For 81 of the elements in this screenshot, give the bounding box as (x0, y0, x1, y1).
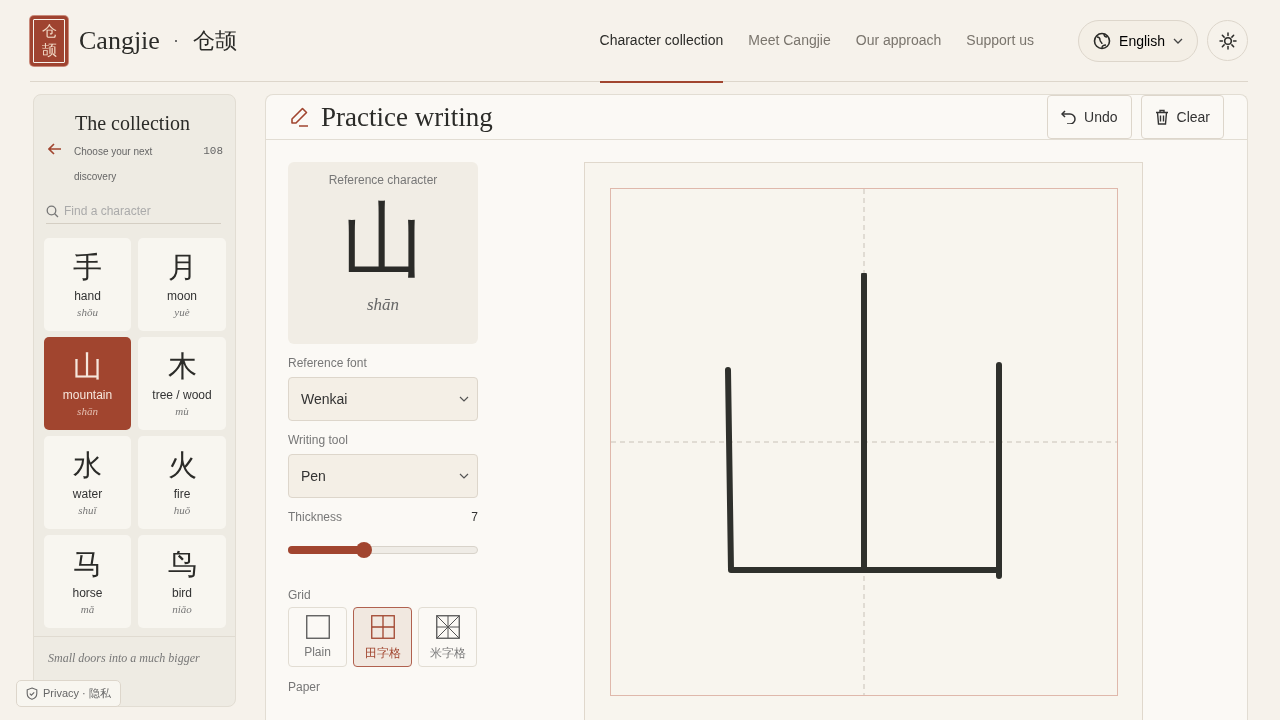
character-glyph: 水 (73, 448, 102, 482)
character-pinyin: yuè (174, 306, 190, 318)
character-card[interactable]: 月 moon yuè (138, 238, 226, 331)
thickness-value: 7 (471, 510, 478, 524)
undo-icon (1061, 110, 1077, 124)
character-glyph: 木 (167, 349, 197, 383)
chevron-down-icon (459, 473, 469, 479)
pencil-icon (288, 106, 310, 128)
character-pinyin: huǒ (173, 504, 191, 516)
character-meaning: horse (72, 586, 103, 600)
font-dropdown[interactable]: Wenkai (288, 377, 478, 421)
character-glyph: 月 (167, 250, 197, 284)
grid-option[interactable]: Plain (288, 607, 347, 667)
character-card[interactable]: 水 water shuǐ (44, 436, 131, 529)
sidebar-subtitle: Choose your next discovery (74, 145, 154, 184)
brand-name-chinese: 仓颉 (192, 26, 237, 55)
character-meaning: hand (74, 289, 101, 303)
slider-thumb[interactable] (356, 542, 373, 558)
character-meaning: tree / wood (152, 388, 212, 402)
chevron-down-icon (459, 396, 469, 402)
arrow-left-icon (48, 143, 62, 155)
search-icon (46, 204, 59, 218)
field-label: Paper (288, 680, 322, 694)
character-card[interactable]: 鸟 bird niǎo (138, 535, 226, 628)
character-meaning: bird (172, 586, 192, 600)
globe-icon (1093, 31, 1112, 50)
privacy-button[interactable]: Privacy · 隐私 (16, 680, 121, 707)
grid-option[interactable]: 田字格 (353, 607, 412, 667)
character-card[interactable]: 火 fire huǒ (138, 436, 226, 529)
tool-dropdown[interactable]: Pen (288, 454, 478, 498)
character-glyph: 火 (167, 448, 197, 482)
character-pinyin: niǎo (172, 603, 192, 615)
character-meaning: water (72, 487, 103, 501)
shield-check-icon (26, 687, 38, 700)
character-card[interactable]: 木 tree / wood mù (138, 337, 226, 430)
character-glyph: 山 (73, 349, 102, 383)
reference-glyph: 山 (342, 194, 424, 288)
panel-title: Practice writing (321, 101, 493, 133)
field-label: Thickness (288, 510, 343, 524)
character-card[interactable]: 马 horse mǎ (44, 535, 131, 628)
character-card[interactable]: 手 hand shǒu (44, 238, 131, 331)
grid-option[interactable]: 米字格 (418, 607, 477, 667)
sun-icon (1218, 31, 1237, 50)
character-card[interactable]: 山 mountain shān (44, 337, 131, 430)
chevron-down-icon (1173, 37, 1183, 44)
trash-icon (1154, 109, 1169, 125)
character-meaning: mountain (62, 388, 113, 402)
clear-button[interactable]: Clear (1140, 95, 1224, 139)
field-label: Grid (288, 588, 312, 602)
brand-name: Cangjie (79, 25, 160, 56)
reference-pinyin: shān (366, 295, 400, 315)
sidebar-title: The collection (75, 112, 191, 135)
nav-link[interactable]: Support us (966, 0, 1035, 83)
nav-link[interactable]: Our approach (855, 0, 942, 83)
character-pinyin: shān (77, 405, 98, 417)
undo-button[interactable]: Undo (1047, 95, 1132, 139)
character-glyph: 鸟 (167, 547, 197, 581)
character-pinyin: mù (175, 405, 189, 417)
brand-separator: · (172, 30, 179, 51)
character-meaning: moon (167, 289, 197, 303)
field-label: Reference font (288, 356, 368, 370)
plain-square-icon (305, 615, 330, 639)
reference-label: Reference character (328, 173, 438, 187)
cross-grid-icon (370, 615, 395, 639)
back-button[interactable] (48, 143, 62, 155)
character-pinyin: mǎ (80, 603, 95, 615)
character-glyph: 手 (73, 250, 102, 284)
theme-toggle-button[interactable] (1207, 20, 1248, 61)
language-selector[interactable]: English (1078, 19, 1198, 62)
star-grid-icon (435, 615, 460, 639)
character-pinyin: shǒu (77, 306, 98, 318)
nav-link[interactable]: Character collection (599, 0, 724, 83)
character-meaning: fire (173, 487, 191, 501)
character-pinyin: shuǐ (78, 504, 97, 516)
character-count: 108 (203, 145, 223, 157)
field-label: Writing tool (288, 433, 349, 447)
search-field[interactable]: Find a character (64, 204, 214, 218)
character-glyph: 马 (73, 547, 102, 581)
logo-seal: 仓 颉 (30, 15, 68, 66)
sidebar-tagline: Small doors into a much bigger (48, 651, 200, 665)
nav-link[interactable]: Meet Cangjie (748, 0, 831, 83)
